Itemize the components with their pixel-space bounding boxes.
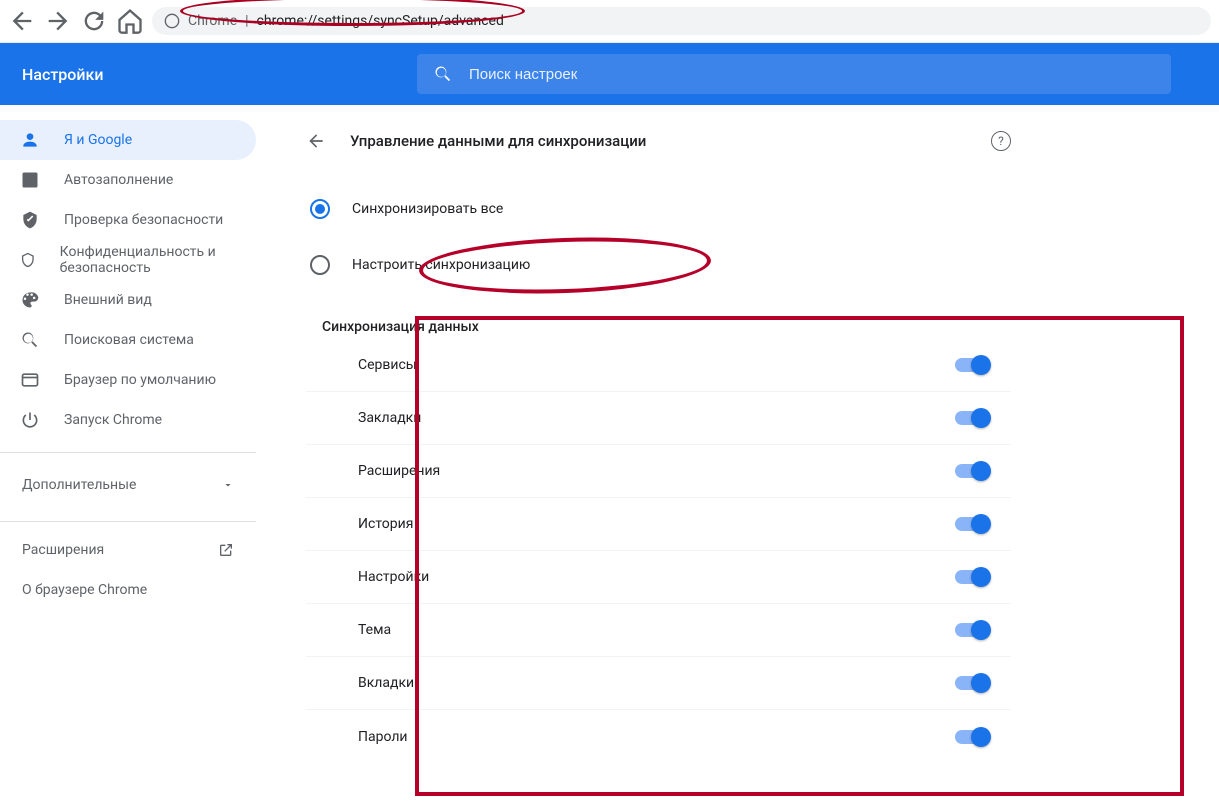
url-text: chrome://settings/syncSetup/advanced (257, 13, 504, 29)
sidebar-item-safety-check[interactable]: Проверка безопасности (0, 200, 256, 240)
toggle-label: История (358, 516, 413, 532)
palette-icon (20, 290, 40, 310)
sidebar-item-label: Автозаполнение (64, 172, 173, 188)
section-title: Синхронизация данных (306, 313, 1011, 339)
sidebar-item-label: Я и Google (64, 132, 132, 148)
security-icon (20, 250, 36, 270)
toggle-switch[interactable] (955, 411, 989, 425)
toggle-row-settings: Настройки (306, 551, 1011, 604)
toggle-switch[interactable] (955, 358, 989, 372)
verified-icon (20, 210, 40, 230)
sidebar-item-privacy[interactable]: Конфиденциальность и безопасность (0, 240, 256, 280)
sidebar: Я и Google Автозаполнение Проверка безоп… (0, 105, 256, 763)
open-in-new-icon (218, 542, 234, 558)
toggle-row-services: Сервисы (306, 339, 1011, 392)
radio-icon (310, 255, 330, 275)
advanced-label: Дополнительные (22, 477, 136, 493)
sidebar-item-autofill[interactable]: Автозаполнение (0, 160, 256, 200)
sync-mode-radios: Синхронизировать все Настроить синхрониз… (286, 173, 1031, 313)
sidebar-separator (0, 521, 256, 522)
person-icon (20, 130, 40, 150)
toggle-row-theme: Тема (306, 604, 1011, 657)
page-header: Управление данными для синхронизации ? (286, 109, 1031, 173)
sidebar-extensions[interactable]: Расширения (0, 530, 256, 570)
home-icon[interactable] (116, 7, 144, 35)
toggle-switch[interactable] (955, 730, 989, 744)
search-icon (433, 64, 453, 84)
omnibox[interactable]: Chrome | chrome://settings/syncSetup/adv… (152, 7, 1211, 35)
sync-data-section: Синхронизация данных Сервисы Закладки Ра… (286, 313, 1031, 763)
toggle-label: Пароли (358, 729, 408, 745)
settings-title: Настройки (0, 65, 417, 84)
reload-icon[interactable] (80, 7, 108, 35)
sidebar-advanced[interactable]: Дополнительные (0, 461, 256, 509)
toggle-row-extensions: Расширения (306, 445, 1011, 498)
toggle-row-history: История (306, 498, 1011, 551)
search-input[interactable] (469, 66, 1155, 83)
settings-search[interactable] (417, 54, 1171, 94)
sidebar-item-label: Запуск Chrome (64, 412, 162, 428)
toggle-label: Расширения (358, 463, 440, 479)
power-icon (20, 410, 40, 430)
site-info-icon (164, 13, 180, 29)
sidebar-item-label: Проверка безопасности (64, 212, 223, 228)
toggle-switch[interactable] (955, 570, 989, 584)
sidebar-item-appearance[interactable]: Внешний вид (0, 280, 256, 320)
toggle-label: Тема (358, 622, 391, 638)
web-icon (20, 370, 40, 390)
sidebar-item-label: Внешний вид (64, 292, 152, 308)
radio-customize-sync[interactable]: Настроить синхронизацию (306, 237, 1011, 293)
radio-sync-everything[interactable]: Синхронизировать все (306, 181, 1011, 237)
forward-nav-icon[interactable] (44, 7, 72, 35)
sidebar-item-label: Поисковая система (64, 332, 194, 348)
sidebar-item-label: Конфиденциальность и безопасность (60, 244, 256, 276)
toggle-switch[interactable] (955, 623, 989, 637)
url-prefix: Chrome (188, 13, 237, 29)
radio-label: Настроить синхронизацию (352, 257, 530, 273)
toggle-switch[interactable] (955, 517, 989, 531)
sidebar-item-you-and-google[interactable]: Я и Google (0, 120, 256, 160)
search-icon (20, 330, 40, 350)
toggle-label: Закладки (358, 410, 421, 426)
extensions-label: Расширения (22, 542, 104, 558)
toggle-label: Настройки (358, 569, 429, 585)
sidebar-item-default-browser[interactable]: Браузер по умолчанию (0, 360, 256, 400)
toggle-switch[interactable] (955, 464, 989, 478)
radio-label: Синхронизировать все (352, 201, 503, 217)
toggle-row-passwords: Пароли (306, 710, 1011, 763)
toggle-label: Сервисы (358, 357, 417, 373)
radio-icon (310, 199, 330, 219)
sidebar-item-label: Браузер по умолчанию (64, 372, 216, 388)
help-icon[interactable]: ? (991, 131, 1011, 151)
content-area: Управление данными для синхронизации ? С… (256, 105, 1219, 763)
assignment-icon (20, 170, 40, 190)
chevron-down-icon (222, 479, 234, 491)
browser-toolbar: Chrome | chrome://settings/syncSetup/adv… (0, 0, 1219, 43)
toggle-row-tabs: Вкладки (306, 657, 1011, 710)
settings-header: Настройки (0, 43, 1219, 105)
about-label: О браузере Chrome (22, 582, 147, 598)
toggle-row-bookmarks: Закладки (306, 392, 1011, 445)
toggle-switch[interactable] (955, 676, 989, 690)
page-title: Управление данными для синхронизации (350, 132, 967, 150)
sidebar-item-search-engine[interactable]: Поисковая система (0, 320, 256, 360)
page-back-button[interactable] (306, 131, 326, 151)
sidebar-item-on-startup[interactable]: Запуск Chrome (0, 400, 256, 440)
sidebar-separator (0, 452, 256, 453)
sidebar-about[interactable]: О браузере Chrome (0, 570, 256, 610)
back-nav-icon[interactable] (8, 7, 36, 35)
toggle-label: Вкладки (358, 675, 414, 691)
